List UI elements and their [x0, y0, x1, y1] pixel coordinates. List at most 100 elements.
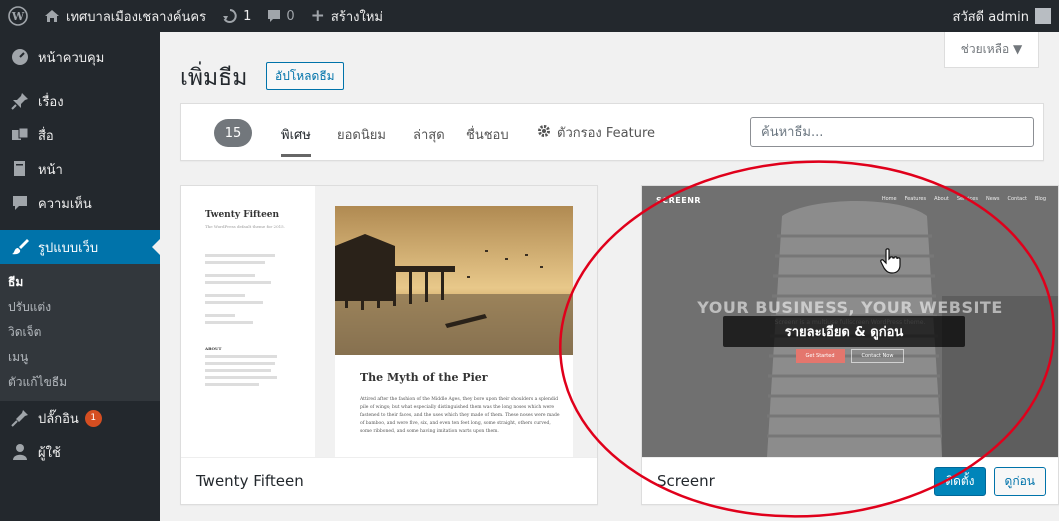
menu-label: ปลั๊กอิน	[38, 411, 79, 427]
submenu-theme-editor[interactable]: ตัวแก้ไขธีม	[0, 370, 160, 395]
theme-name: Screenr ติดตั้ง ดูก่อน	[642, 457, 1058, 504]
greeting: สวัสดี admin	[952, 9, 1029, 25]
preview-about-line	[205, 362, 275, 365]
preview-about-line	[205, 369, 271, 372]
screenr-nav-item: Blog	[1034, 196, 1046, 202]
updates-icon	[222, 8, 238, 24]
tab-latest[interactable]: ล่าสุด	[413, 124, 445, 145]
theme-card-screenr[interactable]: SCREENR Home Features About Services New…	[641, 185, 1059, 505]
screenr-headline: YOUR BUSINESS, YOUR WEBSITE	[697, 298, 1003, 317]
preview-main: The Myth of the Pier Attired after the f…	[315, 186, 597, 457]
screenr-nav-item: About	[934, 196, 949, 202]
feature-filter-button[interactable]: ตัวกรอง Feature	[537, 122, 655, 143]
preview-about-line	[205, 376, 277, 379]
submenu-customize[interactable]: ปรับแต่ง	[0, 295, 160, 320]
theme-count: 15	[214, 119, 252, 147]
page-title: เพิ่มธีม	[180, 65, 248, 91]
more-details-overlay[interactable]: รายละเอียด & ดูก่อน	[723, 316, 965, 347]
preview-about-heading: ABOUT	[205, 346, 222, 351]
page-icon	[10, 159, 30, 179]
svg-text:W: W	[11, 10, 25, 23]
preview-widget-line	[205, 301, 263, 304]
menu-posts[interactable]: เรื่อง	[0, 84, 160, 118]
menu-dashboard[interactable]: หน้าควบคุม	[0, 40, 160, 74]
screenr-nav-item: Features	[904, 196, 927, 202]
hand-cursor-icon	[880, 248, 902, 278]
screenr-nav-item: Contact	[1007, 196, 1027, 202]
preview-article: The Myth of the Pier Attired after the f…	[335, 206, 573, 457]
menu-label: ความเห็น	[38, 196, 92, 212]
updates-count: 1	[243, 8, 252, 24]
theme-card-twenty-fifteen[interactable]: Twenty Fifteen The WordPress default the…	[180, 185, 598, 505]
plugin-icon	[10, 408, 30, 428]
avatar	[1035, 8, 1051, 24]
theme-name-label: Screenr	[657, 472, 715, 490]
screenr-hero-buttons: Get Started Contact Now	[642, 349, 1058, 363]
tab-featured[interactable]: พิเศษ	[281, 124, 311, 157]
screenr-contact-now: Contact Now	[850, 349, 905, 363]
menu-plugins[interactable]: ปลั๊กอิน 1	[0, 401, 160, 435]
menu-label: สื่อ	[38, 128, 54, 144]
menu-label: รูปแบบเว็บ	[38, 240, 99, 256]
menu-comments[interactable]: ความเห็น	[0, 186, 160, 220]
preview-site-title: Twenty Fifteen	[205, 210, 280, 220]
site-name-link[interactable]: เทศบาลเมืองเชลางค์นคร	[36, 0, 214, 32]
plus-icon: +	[310, 6, 325, 26]
menu-label: ผู้ใช้	[38, 445, 61, 461]
appearance-submenu: ธีม ปรับแต่ง วิดเจ็ต เมนู ตัวแก้ไขธีม	[0, 264, 160, 401]
updates-link[interactable]: 1	[214, 0, 259, 32]
my-account-link[interactable]: สวัสดี admin	[945, 0, 1059, 32]
submenu-widgets[interactable]: วิดเจ็ต	[0, 320, 160, 345]
admin-sidebar: หน้าควบคุม เรื่อง สื่อ หน้า ความเห็น รูป…	[0, 32, 160, 521]
screenr-get-started: Get Started	[795, 349, 845, 363]
home-icon	[44, 9, 60, 23]
tab-favorites[interactable]: ชื่นชอบ	[466, 124, 509, 145]
theme-filter-bar: 15 พิเศษ ยอดนิยม ล่าสุด ชื่นชอบ ตัวกรอง …	[180, 103, 1044, 161]
menu-users[interactable]: ผู้ใช้	[0, 435, 160, 469]
new-content-label: สร้างใหม่	[330, 9, 383, 25]
user-icon	[10, 442, 30, 462]
submenu-menus[interactable]: เมนู	[0, 345, 160, 370]
preview-about-line	[205, 383, 259, 386]
preview-about-line	[205, 355, 277, 358]
theme-screenshot[interactable]: Twenty Fifteen The WordPress default the…	[181, 186, 597, 457]
preview-widget-line	[205, 314, 235, 317]
theme-actions: ติดตั้ง ดูก่อน	[934, 467, 1046, 496]
feature-filter-label: ตัวกรอง Feature	[557, 126, 656, 141]
preview-widget-line	[205, 261, 265, 264]
dashboard-icon	[10, 47, 30, 67]
new-content-link[interactable]: + สร้างใหม่	[303, 0, 391, 32]
submenu-themes[interactable]: ธีม	[0, 270, 160, 295]
install-button[interactable]: ติดตั้ง	[934, 467, 986, 496]
menu-appearance[interactable]: รูปแบบเว็บ	[0, 230, 160, 264]
screenr-logo: SCREENR	[656, 196, 702, 205]
menu-media[interactable]: สื่อ	[0, 118, 160, 152]
theme-search-input[interactable]	[750, 117, 1034, 147]
screenr-nav-item: News	[985, 196, 1000, 202]
preview-widget-line	[205, 321, 253, 324]
preview-tagline: The WordPress default theme for 2015.	[205, 224, 285, 229]
preview-post-title: The Myth of the Pier	[360, 371, 488, 384]
help-tab-button[interactable]: ช่วยเหลือ ▼	[944, 32, 1039, 68]
admin-bar: W เทศบาลเมืองเชลางค์นคร 1 0 + สร้างใหม่ …	[0, 0, 1059, 32]
comments-link[interactable]: 0	[259, 0, 302, 32]
pier-photo	[335, 206, 573, 355]
pin-icon	[10, 91, 30, 111]
preview-widget-line	[205, 274, 255, 277]
menu-label: เรื่อง	[38, 94, 64, 110]
preview-widget-line	[205, 254, 275, 257]
brush-icon	[10, 237, 30, 257]
comment-icon	[267, 9, 281, 23]
upload-theme-button[interactable]: อัปโหลดธีม	[266, 62, 344, 90]
tab-popular[interactable]: ยอดนิยม	[337, 124, 386, 145]
theme-screenshot[interactable]: SCREENR Home Features About Services New…	[642, 186, 1058, 457]
screenr-nav-item: Home	[881, 196, 897, 202]
plugins-update-badge: 1	[84, 409, 102, 427]
comment-icon	[10, 193, 30, 213]
preview-widget-line	[205, 294, 245, 297]
preview-button[interactable]: ดูก่อน	[993, 467, 1046, 496]
wordpress-logo-icon[interactable]: W	[0, 0, 36, 32]
menu-label: หน้าควบคุม	[38, 50, 105, 66]
menu-pages[interactable]: หน้า	[0, 152, 160, 186]
site-name: เทศบาลเมืองเชลางค์นคร	[66, 9, 207, 25]
